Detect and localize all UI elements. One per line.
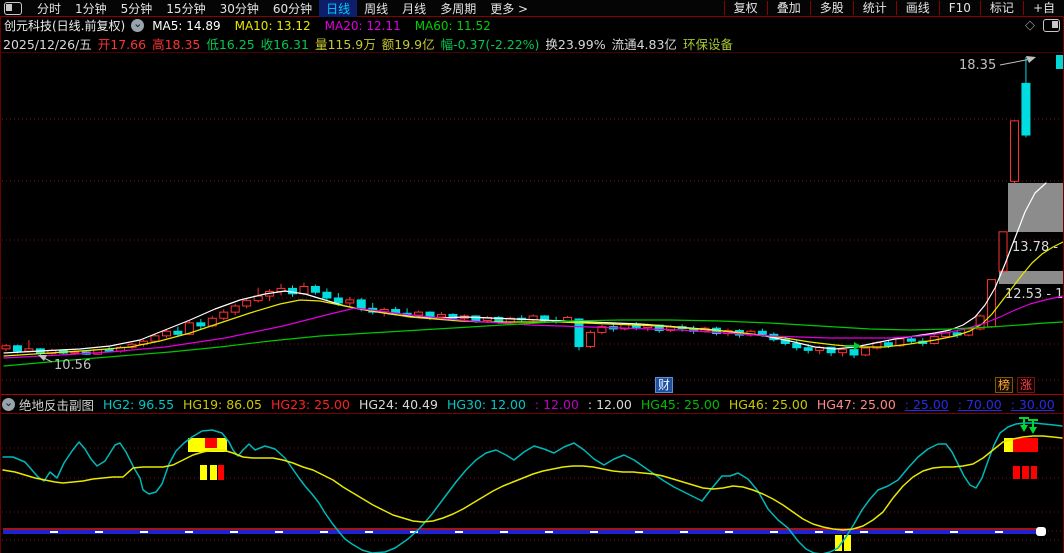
menu-item-tongji[interactable]: 统计 (852, 1, 896, 15)
indicator-param: HG46: 25.00 (728, 397, 808, 412)
indicator-param-editable[interactable]: : 25.00 (905, 397, 949, 412)
collapse-chevron-icon[interactable]: ⌄ (2, 397, 15, 411)
chart-title-bar: 创元科技(日线.前复权) ⌄ MA5: 14.89 MA10: 13.12 MA… (0, 17, 1064, 34)
svg-text:12.53 - 12.7: 12.53 - 12.7 (1005, 287, 1064, 302)
menu-item-biaoji[interactable]: 标记 (979, 1, 1023, 15)
finance-button[interactable]: 财 (655, 377, 674, 393)
quote-change: 幅-0.37(-2.22%) (440, 37, 540, 52)
ma60-value: MA60: 11.52 (414, 18, 491, 33)
stock-title: 创元科技(日线.前复权) (4, 19, 126, 33)
divider (0, 394, 1064, 395)
indicator-param: HG45: 25.00 (640, 397, 720, 412)
quote-bar: 2025/12/26/五 开17.66 高18.35 低16.25 收16.31… (0, 35, 1064, 52)
svg-text:10.56: 10.56 (54, 358, 91, 373)
indicator-param-editable[interactable]: : 70.00 (958, 397, 1002, 412)
quote-industry[interactable]: 环保设备 (683, 34, 733, 53)
menu-item-diejia[interactable]: 叠加 (766, 1, 810, 15)
quote-open: 开17.66 (97, 37, 147, 52)
menu-item-daily[interactable]: 日线 (319, 0, 358, 17)
menu-item-f10[interactable]: F10 (938, 1, 980, 15)
main-candlestick-chart[interactable]: 13.78 - 15 12.53 - 12.7 18.35 10.56 (0, 53, 1064, 394)
panel-toggle-icon[interactable] (1043, 19, 1060, 32)
indicator-param-editable[interactable]: : 30.00 (1011, 397, 1055, 412)
svg-text:13.78 - 15: 13.78 - 15 (1012, 240, 1064, 255)
quote-turnover: 换23.99% (545, 37, 606, 52)
menubar-right: 复权 叠加 多股 统计 画线 F10 标记 +自 (723, 0, 1064, 16)
ma10-value: MA10: 13.12 (234, 18, 311, 33)
collapse-chevron-icon[interactable]: ⌄ (131, 18, 145, 32)
quote-close: 收16.31 (260, 37, 309, 52)
oscillator-chart[interactable] (0, 414, 1064, 553)
menu-item-fuquan[interactable]: 复权 (723, 1, 767, 15)
menu-item-multiperiod[interactable]: 多周期 (433, 0, 483, 17)
indicator-param: HG23: 25.00 (271, 397, 350, 412)
indicator-param: : 12.00 (534, 397, 579, 412)
menu-item-15min[interactable]: 15分钟 (159, 0, 212, 17)
quote-amount: 额19.9亿 (381, 37, 435, 52)
ranking-button[interactable]: 榜 (995, 377, 1014, 393)
quote-date: 2025/12/26/五 (3, 37, 92, 52)
window-layout-icon[interactable] (4, 1, 22, 15)
indicator-param: HG24: 40.49 (358, 397, 438, 412)
left-border (0, 16, 1, 553)
diamond-icon: ◇ (1025, 18, 1035, 33)
tdx-app: 分时 1分钟 5分钟 15分钟 30分钟 60分钟 日线 周线 月线 多周期 更… (0, 0, 1064, 553)
indicator-param: HG47: 25.00 (816, 397, 896, 412)
menu-item-fenshi[interactable]: 分时 (30, 0, 68, 17)
menu-item-more[interactable]: 更多 > (483, 0, 535, 17)
menu-item-monthly[interactable]: 月线 (395, 0, 433, 17)
indicator-param: HG19: 86.05 (183, 397, 262, 412)
quote-low: 低16.25 (206, 37, 255, 52)
indicator-param: : 12.00 (587, 397, 632, 412)
menu-item-huaxian[interactable]: 画线 (895, 1, 939, 15)
ma5-value: MA5: 14.89 (152, 18, 221, 33)
quote-high: 高18.35 (152, 37, 201, 52)
ma20-value: MA20: 12.11 (324, 18, 401, 33)
gainers-button[interactable]: 涨 (1017, 377, 1036, 393)
menu-item-60min[interactable]: 60分钟 (266, 0, 319, 17)
menu-item-5min[interactable]: 5分钟 (114, 0, 160, 17)
menubar: 分时 1分钟 5分钟 15分钟 30分钟 60分钟 日线 周线 月线 多周期 更… (0, 0, 1064, 17)
menu-item-weekly[interactable]: 周线 (357, 0, 395, 17)
indicator-param: HG2: 96.55 (103, 397, 175, 412)
indicator-bar: ⌄ 绝地反击副图 HG2: 96.55 HG19: 86.05 HG23: 25… (0, 396, 1064, 413)
menu-item-duogu[interactable]: 多股 (809, 1, 853, 15)
quote-volume: 量115.9万 (314, 37, 376, 52)
svg-text:18.35: 18.35 (959, 58, 996, 73)
menu-item-30min[interactable]: 30分钟 (213, 0, 266, 17)
menu-item-1min[interactable]: 1分钟 (68, 0, 114, 17)
indicator-name[interactable]: 绝地反击副图 (19, 395, 94, 414)
quote-float-shares: 流通4.83亿 (611, 37, 677, 52)
indicator-param: HG30: 12.00 (446, 397, 526, 412)
menu-item-add-watchlist[interactable]: +自 (1022, 1, 1064, 15)
